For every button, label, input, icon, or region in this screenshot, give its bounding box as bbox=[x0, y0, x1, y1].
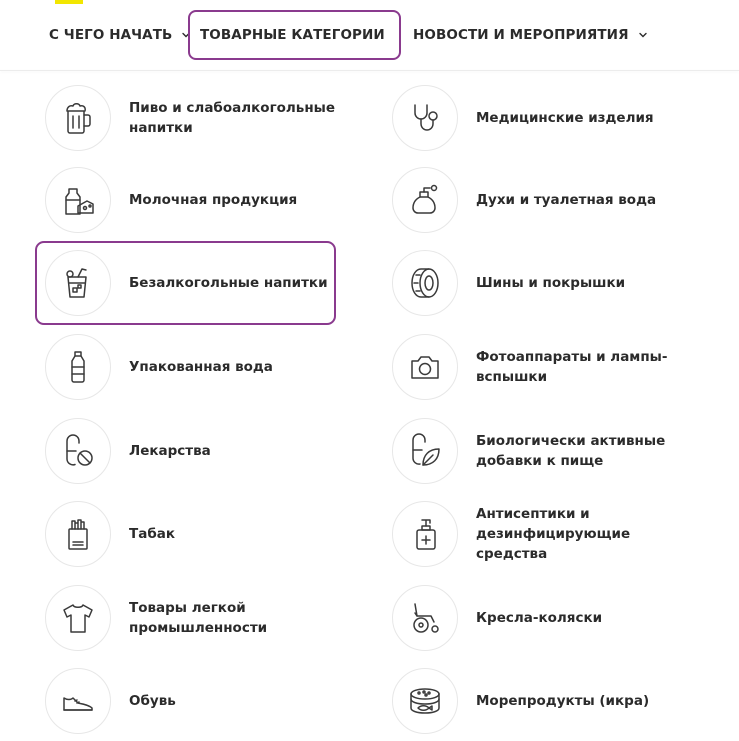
top-navigation: С ЧЕГО НАЧАТЬ ТОВАРНЫЕ КАТЕГОРИИ НОВОСТИ… bbox=[0, 0, 739, 70]
nav-getting-started-label: С ЧЕГО НАЧАТЬ bbox=[49, 27, 173, 43]
category-label: Товары легкой промышленности bbox=[129, 600, 268, 636]
category-icon-circle bbox=[392, 85, 458, 151]
category-icon-circle bbox=[45, 585, 111, 651]
category-label: Шины и покрышки bbox=[476, 275, 626, 291]
category-icon-circle bbox=[392, 501, 458, 567]
caviar-icon bbox=[410, 688, 440, 714]
soft-drink-icon bbox=[66, 268, 87, 298]
category-cameras[interactable]: Фотоаппараты и лампы-вспышки bbox=[392, 334, 701, 400]
water-bottle-icon bbox=[71, 351, 85, 383]
category-wheelchairs[interactable]: Кресла-коляски bbox=[392, 585, 701, 651]
dairy-icon bbox=[65, 188, 94, 215]
category-icon-circle bbox=[45, 668, 111, 734]
category-label: Морепродукты (икра) bbox=[476, 693, 650, 709]
nav-product-categories-label: ТОВАРНЫЕ КАТЕГОРИИ bbox=[200, 27, 385, 43]
category-antiseptics[interactable]: Антисептики и дезинфицирующие средства bbox=[392, 501, 701, 567]
category-icon-circle bbox=[45, 501, 111, 567]
category-label: Обувь bbox=[129, 693, 176, 709]
supplement-icon bbox=[412, 433, 440, 466]
perfume-icon bbox=[412, 184, 438, 214]
stethoscope-icon bbox=[414, 104, 438, 131]
category-soft-drinks[interactable]: Безалкогольные напитки bbox=[35, 241, 336, 325]
shoe-icon bbox=[63, 697, 93, 711]
category-medicines[interactable]: Лекарства bbox=[45, 418, 344, 484]
nav-news-events-label: НОВОСТИ И МЕРОПРИЯТИЯ bbox=[413, 27, 629, 43]
nav-product-categories[interactable]: ТОВАРНЫЕ КАТЕГОРИИ bbox=[188, 10, 401, 60]
category-icon-circle bbox=[392, 585, 458, 651]
category-seafood[interactable]: Морепродукты (икра) bbox=[392, 668, 701, 734]
category-label: Фотоаппараты и лампы-вспышки bbox=[476, 349, 668, 385]
nav-divider bbox=[0, 70, 739, 71]
category-label: Табак bbox=[129, 526, 176, 542]
category-footwear[interactable]: Обувь bbox=[45, 668, 344, 734]
category-label: Антисептики и дезинфицирующие средства bbox=[476, 506, 631, 562]
category-icon-circle bbox=[392, 418, 458, 484]
medicine-icon bbox=[66, 434, 93, 466]
category-perfume[interactable]: Духи и туалетная вода bbox=[392, 167, 701, 233]
category-tobacco[interactable]: Табак bbox=[45, 501, 344, 567]
category-icon-circle bbox=[392, 668, 458, 734]
category-beer[interactable]: Пиво и слабоалкогольные напитки bbox=[45, 85, 344, 151]
tire-icon bbox=[411, 268, 439, 298]
category-supplements[interactable]: Биологически активные добавки к пище bbox=[392, 418, 701, 484]
category-label: Безалкогольные напитки bbox=[129, 275, 328, 291]
nav-getting-started[interactable]: С ЧЕГО НАЧАТЬ bbox=[49, 10, 191, 60]
category-icon-circle bbox=[392, 167, 458, 233]
category-tires[interactable]: Шины и покрышки bbox=[392, 250, 701, 316]
nav-news-events[interactable]: НОВОСТИ И МЕРОПРИЯТИЯ bbox=[413, 10, 648, 60]
category-icon-circle bbox=[45, 418, 111, 484]
category-label: Пиво и слабоалкогольные напитки bbox=[129, 100, 336, 136]
category-label: Кресла-коляски bbox=[476, 610, 603, 626]
tobacco-icon bbox=[68, 519, 88, 550]
category-icon-circle bbox=[45, 85, 111, 151]
chevron-down-icon bbox=[638, 32, 647, 38]
category-dairy[interactable]: Молочная продукция bbox=[45, 167, 344, 233]
category-water[interactable]: Упакованная вода bbox=[45, 334, 344, 400]
category-label: Духи и туалетная вода bbox=[476, 192, 657, 208]
category-icon-circle bbox=[45, 334, 111, 400]
antiseptic-icon bbox=[416, 519, 436, 550]
beer-mug-icon bbox=[66, 103, 91, 134]
category-label: Упакованная вода bbox=[129, 359, 273, 375]
category-label: Молочная продукция bbox=[129, 192, 298, 208]
tshirt-icon bbox=[63, 604, 93, 633]
wheelchair-icon bbox=[413, 603, 439, 633]
category-icon-circle bbox=[45, 250, 111, 316]
category-icon-circle bbox=[45, 167, 111, 233]
category-label: Лекарства bbox=[129, 443, 211, 459]
category-light-industry[interactable]: Товары легкой промышленности bbox=[45, 585, 344, 651]
category-label: Биологически активные добавки к пище bbox=[476, 433, 666, 469]
category-medical-devices[interactable]: Медицинские изделия bbox=[392, 85, 701, 151]
camera-icon bbox=[411, 356, 439, 379]
category-icon-circle bbox=[392, 250, 458, 316]
category-icon-circle bbox=[392, 334, 458, 400]
category-label: Медицинские изделия bbox=[476, 110, 654, 126]
